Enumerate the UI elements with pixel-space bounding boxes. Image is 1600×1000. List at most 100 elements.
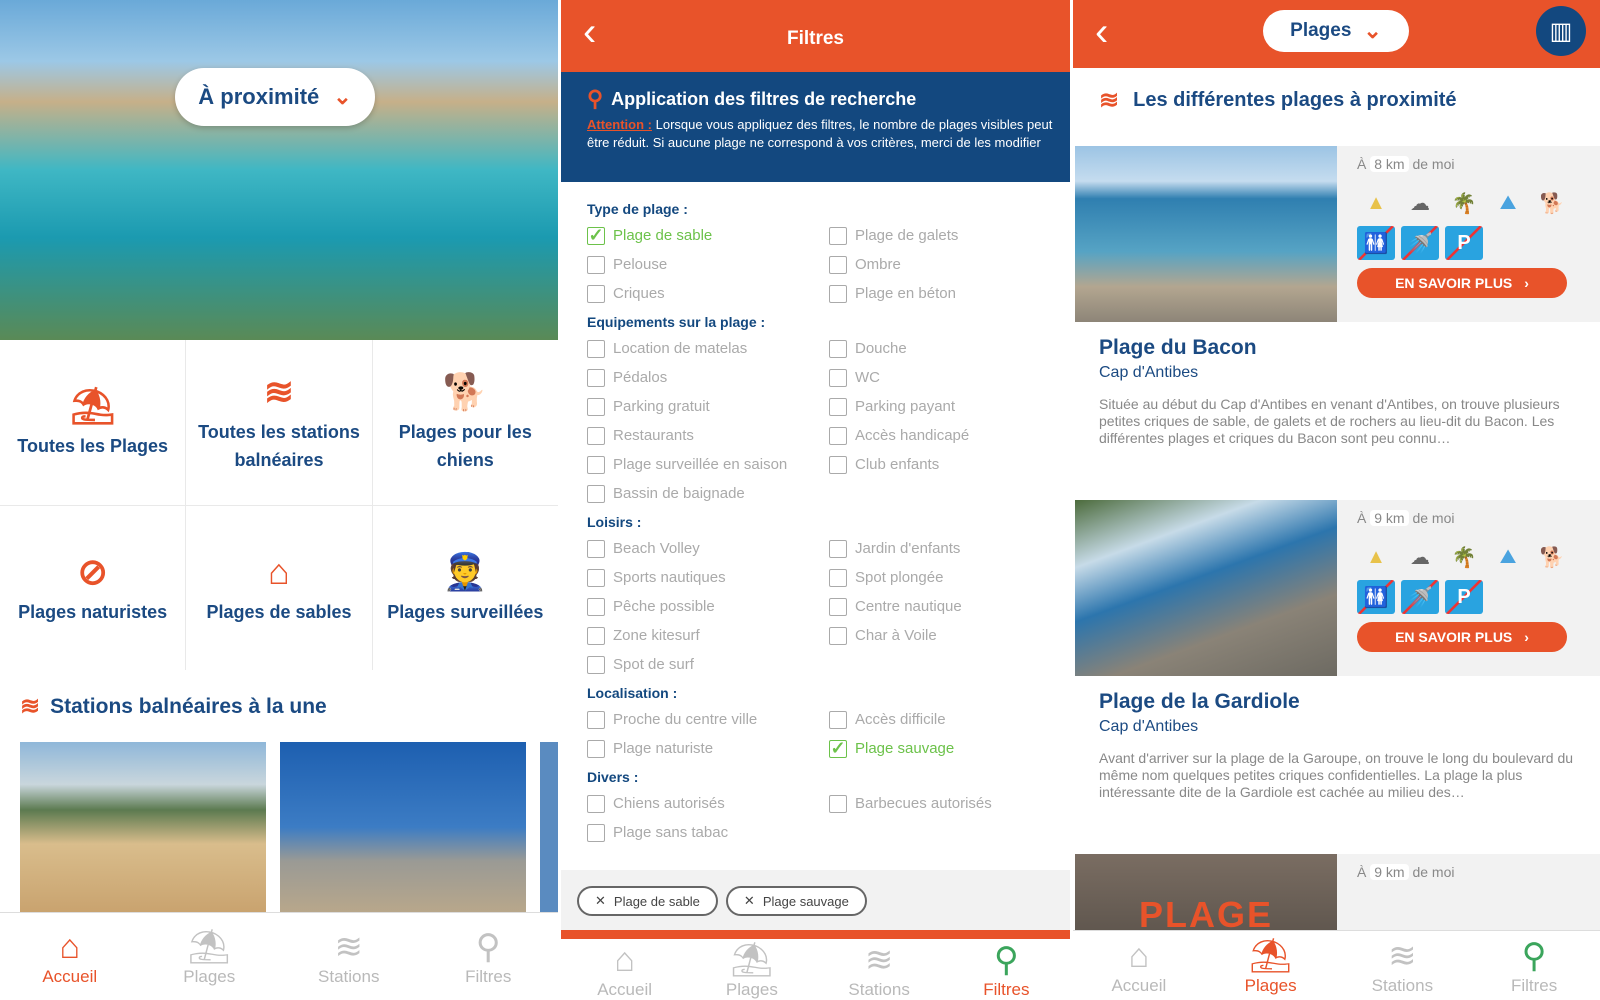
category-tile[interactable]: 🐕 Plages pour les chiens [372, 340, 558, 505]
category-tile[interactable]: 👮 Plages surveillées [372, 506, 558, 671]
filter-checkbox[interactable]: Parking gratuit [587, 392, 829, 421]
nav-stations[interactable]: ≋ Stations [279, 913, 419, 1000]
filter-checkbox[interactable]: Accès difficile [829, 705, 1069, 734]
back-icon[interactable]: ‹ [1095, 10, 1108, 55]
filter-checkbox[interactable]: Parking payant [829, 392, 1069, 421]
station-thumbnail[interactable] [540, 742, 558, 912]
filter-checkbox[interactable]: Bassin de baignade [587, 479, 829, 508]
checkbox-icon[interactable] [829, 597, 847, 616]
checkbox-icon[interactable] [829, 339, 847, 358]
filter-checkbox[interactable]: Centre nautique [829, 592, 1069, 621]
checkbox-icon[interactable] [587, 339, 605, 358]
nav-accueil[interactable]: ⌂ Accueil [561, 940, 688, 1000]
checkbox-icon[interactable] [587, 426, 605, 445]
checkbox-icon[interactable] [587, 568, 605, 587]
filter-checkbox[interactable]: Jardin d'enfants [829, 534, 1069, 563]
checkbox-icon[interactable] [587, 397, 605, 416]
nav-filtres[interactable]: ⚲ Filtres [419, 913, 559, 1000]
checkbox-icon[interactable]: ✓ [587, 225, 605, 245]
nav-filtres[interactable]: ⚲ Filtres [943, 940, 1070, 1000]
checkbox-icon[interactable]: ✓ [829, 738, 847, 758]
close-icon[interactable]: ✕ [595, 893, 606, 909]
checkbox-icon[interactable] [829, 539, 847, 558]
filter-checkbox[interactable]: Char à Voile [829, 621, 1069, 650]
checkbox-icon[interactable] [587, 455, 605, 474]
category-tile[interactable]: ≋ Toutes les stations balnéaires [186, 340, 372, 505]
filter-checkbox[interactable]: WC [829, 363, 1069, 392]
nav-plages[interactable]: ⛱ Plages [688, 940, 815, 1000]
beach-image[interactable] [1075, 146, 1337, 322]
station-thumbnail[interactable] [20, 742, 266, 912]
checkbox-icon[interactable] [587, 823, 605, 842]
filter-checkbox[interactable]: Plage de galets [829, 221, 1069, 250]
filter-checkbox[interactable]: ✓ Plage sauvage [829, 734, 1069, 763]
filter-checkbox[interactable]: Spot de surf [587, 650, 829, 679]
filter-checkbox[interactable]: Criques [587, 279, 829, 308]
filter-checkbox[interactable]: Plage en béton [829, 279, 1069, 308]
filter-checkbox[interactable]: Douche [829, 334, 1069, 363]
nav-accueil[interactable]: ⌂ Accueil [1073, 931, 1205, 1000]
checkbox-icon[interactable] [587, 539, 605, 558]
active-filter-chip[interactable]: ✕ Plage de sable [577, 886, 718, 916]
filter-checkbox[interactable]: Pêche possible [587, 592, 829, 621]
checkbox-icon[interactable] [829, 568, 847, 587]
nav-plages[interactable]: ⛱ Plages [1205, 931, 1337, 1000]
category-tile[interactable]: ⌂ Plages de sables [186, 506, 372, 671]
filter-checkbox[interactable]: Ombre [829, 250, 1069, 279]
beach-name[interactable]: Plage du Bacon [1099, 336, 1257, 360]
more-button[interactable]: EN SAVOIR PLUS › [1357, 268, 1567, 298]
filter-checkbox[interactable]: Proche du centre ville [587, 705, 829, 734]
nav-plages[interactable]: ⛱ Plages [140, 913, 280, 1000]
nav-stations[interactable]: ≋ Stations [1337, 931, 1469, 1000]
checkbox-icon[interactable] [829, 255, 847, 274]
checkbox-icon[interactable] [829, 455, 847, 474]
checkbox-icon[interactable] [587, 655, 605, 674]
category-tile[interactable]: ⊘ Plages naturistes [0, 506, 186, 671]
checkbox-icon[interactable] [829, 626, 847, 645]
filter-checkbox[interactable]: Barbecues autorisés [829, 789, 1069, 818]
checkbox-icon[interactable] [829, 794, 847, 813]
category-tile[interactable]: ⛱ Toutes les Plages [0, 340, 186, 505]
filter-checkbox[interactable]: Restaurants [587, 421, 829, 450]
checkbox-icon[interactable] [587, 284, 605, 303]
nav-filtres[interactable]: ⚲ Filtres [1468, 931, 1600, 1000]
checkbox-icon[interactable] [587, 626, 605, 645]
location-selector[interactable]: À proximité ⌄ [175, 68, 375, 126]
filter-checkbox[interactable]: Pelouse [587, 250, 829, 279]
beach-image[interactable] [1075, 500, 1337, 676]
checkbox-icon[interactable] [587, 255, 605, 274]
checkbox-icon[interactable] [587, 484, 605, 503]
close-icon[interactable]: ✕ [744, 893, 755, 909]
checkbox-icon[interactable] [829, 368, 847, 387]
filter-checkbox[interactable]: Plage naturiste [587, 734, 829, 763]
filter-checkbox[interactable]: Pédalos [587, 363, 829, 392]
filter-checkbox[interactable]: Plage surveillée en saison [587, 450, 829, 479]
checkbox-icon[interactable] [829, 226, 847, 245]
map-icon[interactable]: ▥ [1536, 6, 1586, 56]
beach-name[interactable]: Plage de la Gardiole [1099, 690, 1300, 714]
checkbox-icon[interactable] [587, 597, 605, 616]
filter-checkbox[interactable]: Zone kitesurf [587, 621, 829, 650]
filter-checkbox[interactable]: Beach Volley [587, 534, 829, 563]
station-thumbnail[interactable] [280, 742, 526, 912]
filter-checkbox[interactable]: Club enfants [829, 450, 1069, 479]
active-filter-chip[interactable]: ✕ Plage sauvage [725, 886, 867, 916]
checkbox-icon[interactable] [587, 368, 605, 387]
filter-checkbox[interactable]: Accès handicapé [829, 421, 1069, 450]
filter-checkbox[interactable]: ✓ Plage de sable [587, 221, 829, 250]
checkbox-icon[interactable] [829, 284, 847, 303]
category-selector[interactable]: Plages ⌄ [1263, 10, 1409, 52]
more-button[interactable]: EN SAVOIR PLUS › [1357, 622, 1567, 652]
checkbox-icon[interactable] [829, 397, 847, 416]
checkbox-icon[interactable] [587, 710, 605, 729]
filter-checkbox[interactable]: Spot plongée [829, 563, 1069, 592]
nav-accueil[interactable]: ⌂ Accueil [0, 913, 140, 1000]
beach-image[interactable]: PLAGE [1075, 854, 1337, 935]
filter-checkbox[interactable]: Location de matelas [587, 334, 829, 363]
checkbox-icon[interactable] [587, 739, 605, 758]
checkbox-icon[interactable] [829, 710, 847, 729]
filter-checkbox[interactable]: Chiens autorisés [587, 789, 829, 818]
checkbox-icon[interactable] [587, 794, 605, 813]
nav-stations[interactable]: ≋ Stations [816, 940, 943, 1000]
filter-checkbox[interactable]: Sports nautiques [587, 563, 829, 592]
